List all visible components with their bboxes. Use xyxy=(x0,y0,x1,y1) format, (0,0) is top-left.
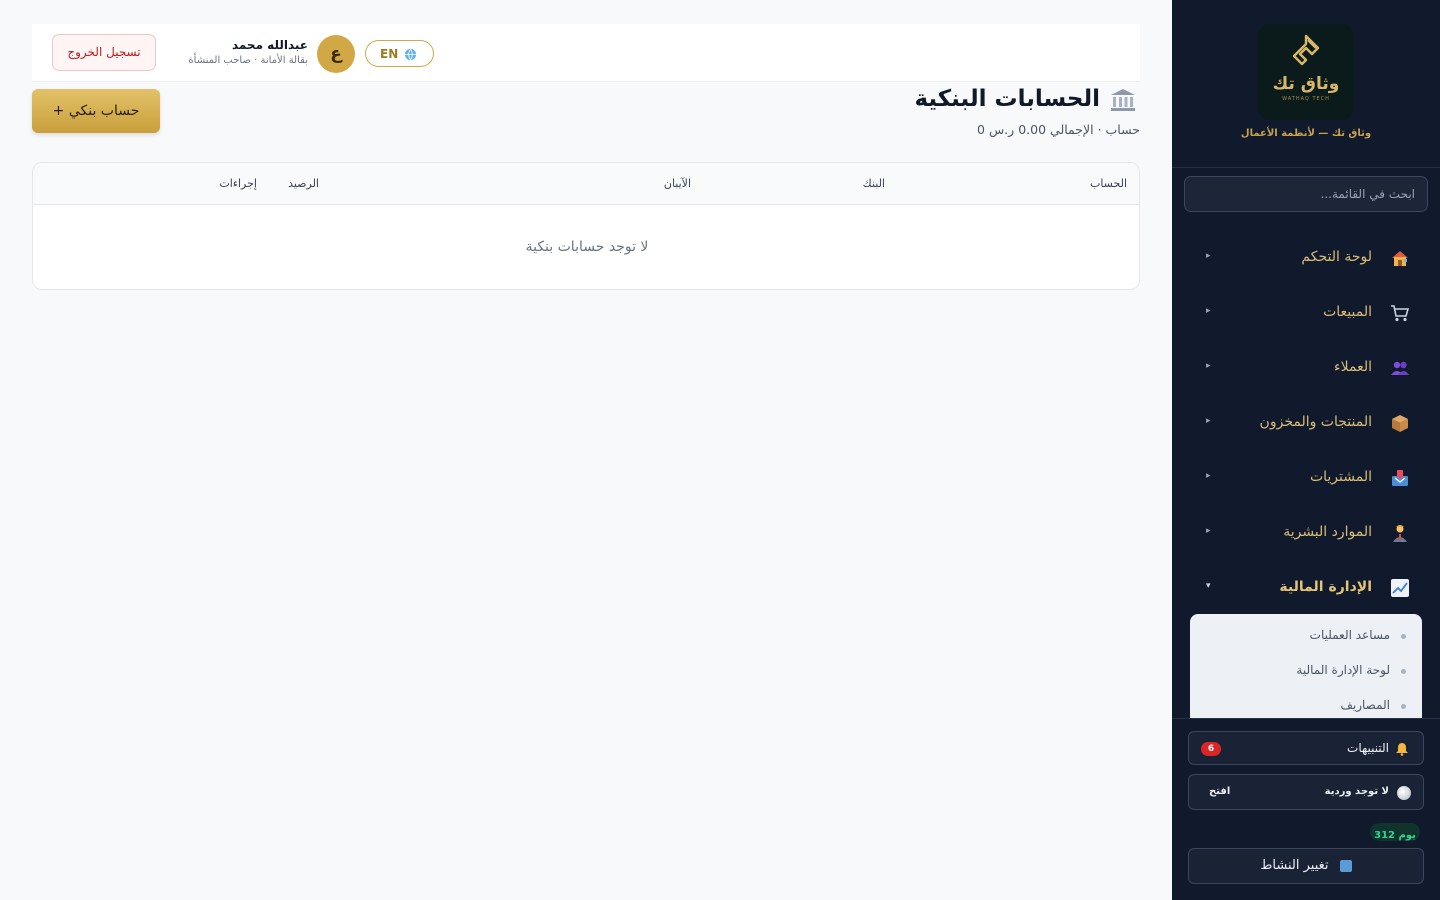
bank-icon xyxy=(1111,89,1135,111)
open-shift-button[interactable]: افتح xyxy=(1209,786,1230,797)
refresh-icon xyxy=(1339,860,1352,872)
sidebar-item-label: الإدارة المالية xyxy=(1279,579,1372,595)
sidebar-item-label: المنتجات والمخزون xyxy=(1259,414,1372,430)
avatar[interactable]: ع xyxy=(317,35,355,73)
column-header-bank[interactable]: البنك xyxy=(863,177,885,190)
bullet-icon xyxy=(1401,634,1406,639)
bell-icon xyxy=(1396,743,1408,756)
logo-text: وثاق تك xyxy=(1272,74,1340,94)
notifications-label: التنبيهات xyxy=(1347,741,1389,755)
sidebar-item-label: المبيعات xyxy=(1323,304,1372,320)
column-header-account[interactable]: الحساب xyxy=(1090,177,1127,190)
table-header: الحساب البنك الآيبان الرصيد إجراءات xyxy=(33,163,1139,205)
house-icon xyxy=(1392,251,1408,266)
user-name: عبدالله محمد xyxy=(231,38,308,52)
sidebar-item-dashboard[interactable]: لوحة التحكم ▸ xyxy=(1192,238,1420,278)
sidebar-footer: التنبيهات 6 لا توجد وردية افتح 312 يوم ت… xyxy=(1172,718,1440,900)
notifications-button[interactable]: التنبيهات 6 xyxy=(1188,731,1424,765)
sidebar-item-customers[interactable]: العملاء ▸ xyxy=(1192,348,1420,388)
sidebar-item-purchases[interactable]: المشتريات ▸ xyxy=(1192,458,1420,498)
switch-business-button[interactable]: تغيير النشاط xyxy=(1188,848,1424,884)
user-role: بقالة الأمانة · صاحب المنشأة xyxy=(188,55,308,66)
add-bank-account-button[interactable]: + حساب بنكي xyxy=(32,89,160,133)
chevron-left-icon: ▸ xyxy=(1206,361,1211,371)
sidebar-item-hr[interactable]: الموارد البشرية ▸ xyxy=(1192,513,1420,553)
language-toggle-button[interactable]: EN xyxy=(365,40,434,67)
bank-accounts-table: الحساب البنك الآيبان الرصيد إجراءات لا ت… xyxy=(32,162,1140,290)
column-header-iban[interactable]: الآيبان xyxy=(664,177,691,190)
sidebar-item-label: لوحة التحكم xyxy=(1301,249,1372,265)
cart-icon xyxy=(1391,305,1410,322)
app-logo[interactable]: وثاق تك WATHAQ TECH xyxy=(1258,24,1354,120)
page-title: الحسابات البنكية xyxy=(914,86,1100,112)
column-header-balance[interactable]: الرصيد xyxy=(288,177,319,190)
language-label: EN xyxy=(380,47,399,61)
notifications-count-badge: 6 xyxy=(1201,742,1221,756)
chart-icon xyxy=(1391,579,1409,597)
status-dot-icon xyxy=(1397,786,1411,800)
worker-icon xyxy=(1393,525,1407,542)
sidebar-item-label: المشتريات xyxy=(1309,469,1372,485)
submenu-item-label: لوحة الإدارة المالية xyxy=(1296,663,1390,677)
sidebar-brand: وثاق تك WATHAQ TECH وثاق تك — لأنظمة الأ… xyxy=(1172,0,1440,168)
chevron-left-icon: ▸ xyxy=(1206,526,1211,536)
logo-mark-icon xyxy=(1292,34,1320,66)
chevron-left-icon: ▸ xyxy=(1206,416,1211,426)
sidebar-search-input[interactable] xyxy=(1184,176,1428,212)
days-label: 312 يوم xyxy=(1374,830,1416,841)
sidebar: وثاق تك WATHAQ TECH وثاق تك — لأنظمة الأ… xyxy=(1172,0,1440,900)
page-subtitle: 0 حساب · الإجمالي 0.00 ر.س xyxy=(977,122,1140,137)
bullet-icon xyxy=(1401,704,1406,709)
inbox-icon xyxy=(1392,470,1408,486)
switch-business-label: تغيير النشاط xyxy=(1260,858,1329,873)
sidebar-item-sales[interactable]: المبيعات ▸ xyxy=(1192,293,1420,333)
chevron-down-icon: ▾ xyxy=(1206,581,1211,591)
logout-button[interactable]: تسجيل الخروج xyxy=(52,34,156,71)
subscription-days-badge: 312 يوم xyxy=(1370,823,1420,841)
sidebar-item-label: العملاء xyxy=(1334,359,1372,375)
chevron-left-icon: ▸ xyxy=(1206,471,1211,481)
globe-icon xyxy=(404,48,417,61)
top-bar: تسجيل الخروج عبدالله محمد بقالة الأمانة … xyxy=(32,24,1140,82)
users-icon xyxy=(1391,361,1409,375)
sidebar-item-label: الموارد البشرية xyxy=(1283,524,1372,540)
empty-state-text: لا توجد حسابات بنكية xyxy=(525,239,649,255)
finance-submenu: مساعد العمليات لوحة الإدارة المالية المص… xyxy=(1190,614,1422,718)
column-header-actions: إجراءات xyxy=(219,177,257,190)
bullet-icon xyxy=(1401,669,1406,674)
chevron-left-icon: ▸ xyxy=(1206,251,1211,261)
brand-tagline: وثاق تك — لأنظمة الأعمال xyxy=(1240,128,1372,139)
sidebar-item-products[interactable]: المنتجات والمخزون ▸ xyxy=(1192,403,1420,443)
chevron-left-icon: ▸ xyxy=(1206,306,1211,316)
submenu-item-label: المصاريف xyxy=(1340,698,1390,712)
shift-status: لا توجد وردية افتح xyxy=(1188,774,1424,810)
shift-status-label: لا توجد وردية xyxy=(1324,786,1389,797)
logo-subtext: WATHAQ TECH xyxy=(1282,96,1330,102)
sidebar-item-finance[interactable]: الإدارة المالية ▾ xyxy=(1192,568,1420,608)
submenu-item-label: مساعد العمليات xyxy=(1309,628,1390,642)
box-icon xyxy=(1392,415,1408,432)
